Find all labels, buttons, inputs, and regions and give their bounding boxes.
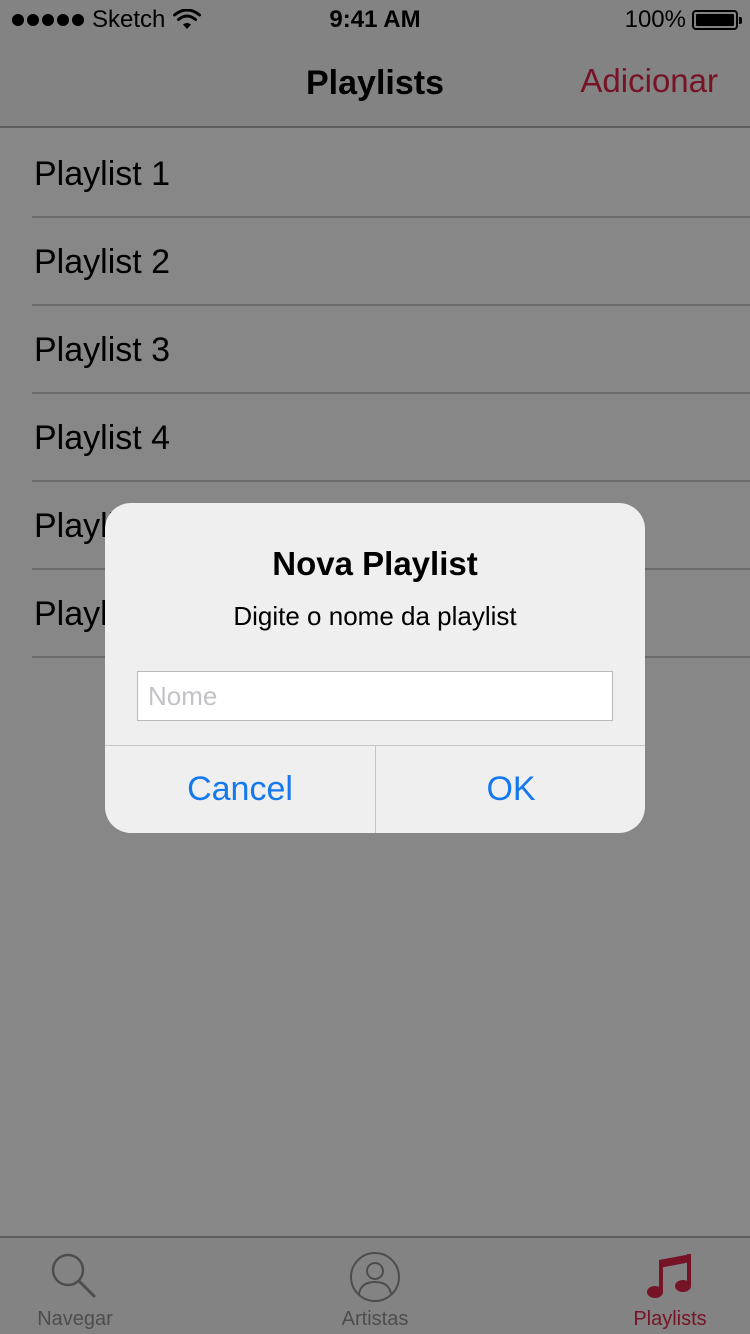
- cancel-button[interactable]: Cancel: [105, 746, 375, 833]
- dialog-message: Digite o nome da playlist: [233, 601, 517, 631]
- playlist-name-input[interactable]: [137, 671, 613, 721]
- new-playlist-dialog: Nova Playlist Digite o nome da playlist …: [105, 503, 645, 833]
- ok-button[interactable]: OK: [376, 746, 645, 833]
- dialog-title: Nova Playlist: [272, 545, 478, 582]
